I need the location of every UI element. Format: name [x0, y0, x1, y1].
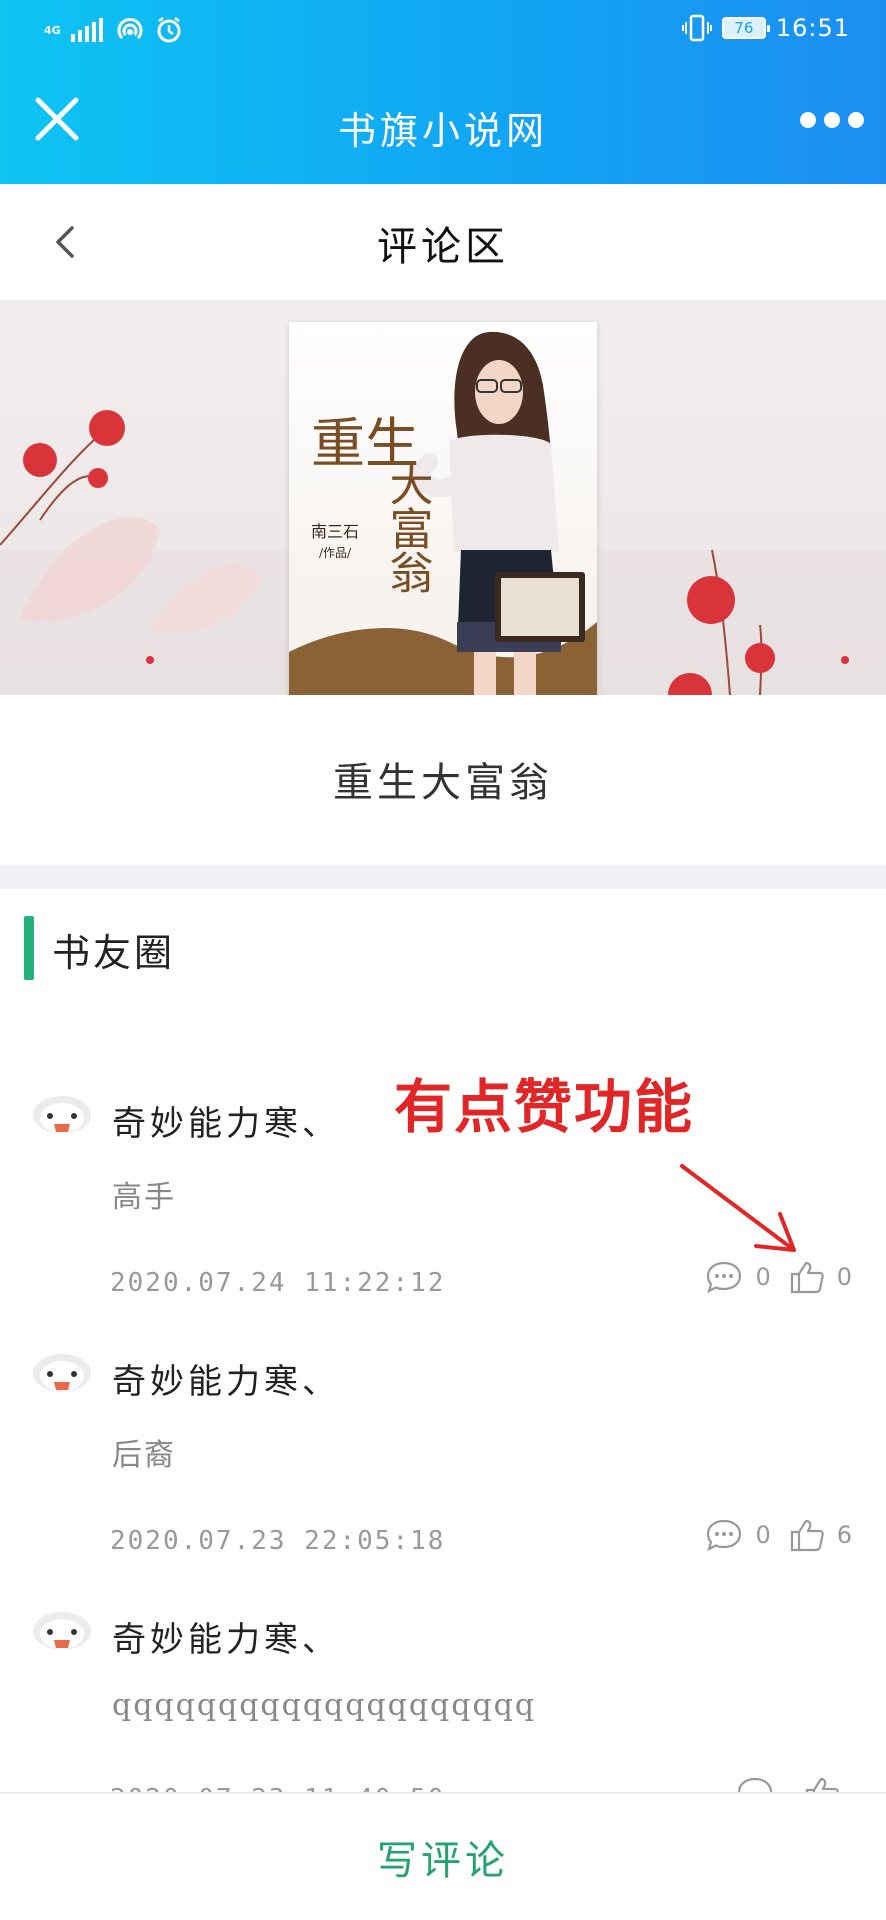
more-dot [824, 112, 840, 128]
reply-count: 0 [755, 1521, 771, 1549]
book-name[interactable]: 重生大富翁 [0, 750, 886, 808]
comment-username[interactable]: 奇妙能力寒、 [112, 1612, 340, 1661]
like-count: 0 [836, 1263, 852, 1291]
book-cover-art: 重生 大富翁 南三石 /作品/ [289, 331, 597, 695]
bottom-bar: 写评论 [0, 1792, 886, 1920]
section-title: 书友圈 [52, 931, 176, 975]
comment-username[interactable]: 奇妙能力寒、 [112, 1096, 340, 1145]
cover-author-suffix: /作品/ [319, 546, 352, 560]
status-left: 4G [44, 16, 183, 44]
reply-button[interactable]: 0 [705, 1518, 771, 1552]
vibrate-icon [681, 14, 712, 42]
cover-author: 南三石 [311, 522, 359, 541]
thumbs-up-icon [790, 1261, 824, 1294]
hotspot-icon [117, 18, 143, 40]
avatar-icon[interactable] [32, 1352, 92, 1394]
section-divider [0, 865, 886, 889]
comment-item[interactable]: 奇妙能力寒、 高手 2020.07.24 11:22:12 0 0 [0, 1094, 886, 1352]
signal-icon [70, 18, 103, 42]
more-dot [800, 112, 816, 128]
like-button[interactable]: 0 [789, 1260, 852, 1294]
comment-text: 高手 [112, 1180, 176, 1215]
avatar-icon[interactable] [32, 1094, 92, 1136]
comment-actions: 0 6 [705, 1518, 852, 1552]
book-banner: 重生 大富翁 南三石 /作品/ [0, 300, 886, 695]
network-label: 4G [44, 23, 61, 37]
more-dots-icon[interactable] [800, 108, 864, 132]
comment-bubble-icon [707, 1519, 742, 1552]
battery-icon: 76 [721, 17, 770, 39]
comment-text: 后裔 [112, 1438, 176, 1473]
section-header: 书友圈 [0, 912, 886, 984]
comment-time: 2020.07.23 22:05:18 [110, 1526, 446, 1556]
comment-item[interactable]: 奇妙能力寒、 后裔 2020.07.23 22:05:18 0 6 [0, 1352, 886, 1610]
status-bar: 4G 76 16:51 [0, 0, 886, 62]
comment-text: qqqqqqqqqqqqqqqqqqqq [112, 1688, 537, 1723]
like-button[interactable]: 6 [789, 1518, 852, 1552]
more-dot [848, 112, 864, 128]
reply-count: 0 [755, 1263, 771, 1291]
status-time: 16:51 [775, 14, 850, 42]
book-cover-image[interactable]: 重生 大富翁 南三石 /作品/ [289, 322, 597, 695]
app-bar: 书旗小说网 [0, 62, 886, 184]
cover-title-2: 大富翁 [382, 462, 433, 594]
alarm-icon [157, 17, 181, 43]
comment-bubble-icon [707, 1261, 742, 1294]
page-header: 评论区 [0, 184, 886, 300]
app-title: 书旗小说网 [337, 109, 548, 153]
thumbs-up-icon [790, 1519, 824, 1552]
section-accent-bar [24, 916, 34, 980]
page-title: 评论区 [377, 224, 509, 270]
comment-username[interactable]: 奇妙能力寒、 [112, 1354, 340, 1403]
top-bar: 4G 76 16:51 书旗小说网 [0, 0, 886, 184]
status-right: 76 16:51 [681, 14, 850, 42]
like-count: 6 [836, 1521, 852, 1549]
avatar-icon[interactable] [32, 1610, 92, 1652]
reply-button[interactable]: 0 [705, 1260, 771, 1294]
comment-time: 2020.07.24 11:22:12 [110, 1268, 446, 1298]
comment-actions: 0 0 [705, 1260, 852, 1294]
write-comment-button[interactable]: 写评论 [0, 1828, 886, 1886]
battery-level: 76 [734, 19, 754, 37]
